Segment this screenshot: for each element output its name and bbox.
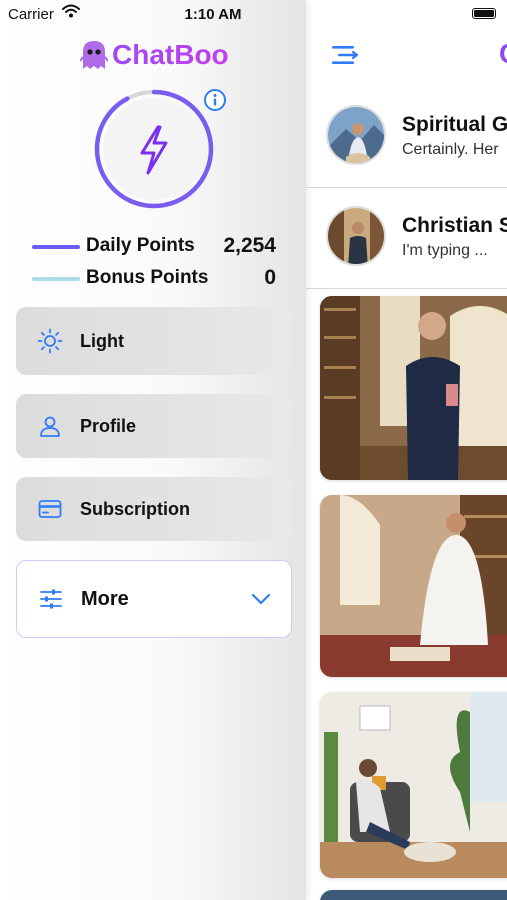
side-drawer: Carrier 1:10 AM ChatBoo Daily Points 2,2… bbox=[0, 0, 306, 900]
ghost-icon bbox=[80, 41, 108, 69]
chat-row[interactable]: Spiritual G Certainly. Her bbox=[306, 87, 507, 188]
chevron-down-icon bbox=[251, 593, 271, 605]
subscription-label: Subscription bbox=[80, 498, 191, 519]
daily-points-legend bbox=[32, 245, 80, 249]
person-icon bbox=[36, 412, 64, 440]
daily-points-label: Daily Points bbox=[86, 235, 195, 256]
more-dropdown-button[interactable]: More bbox=[16, 560, 292, 638]
persona-card-image bbox=[320, 692, 507, 878]
app-logo: ChatBoo bbox=[80, 38, 229, 72]
sliders-icon bbox=[37, 585, 65, 613]
persona-card[interactable] bbox=[320, 890, 507, 900]
bonus-points-legend bbox=[32, 277, 80, 281]
chat-title: Spiritual G bbox=[402, 113, 507, 136]
chat-preview: I'm typing ... bbox=[402, 242, 488, 259]
bonus-points-value: 0 bbox=[264, 266, 276, 289]
chat-title: Christian S bbox=[402, 214, 507, 237]
more-label: More bbox=[81, 587, 129, 610]
light-mode-label: Light bbox=[80, 330, 124, 351]
card-icon bbox=[36, 495, 64, 523]
battery-icon bbox=[472, 8, 496, 19]
persona-card[interactable] bbox=[320, 296, 507, 480]
chat-avatar bbox=[326, 105, 386, 165]
info-icon[interactable] bbox=[203, 88, 227, 112]
chat-avatar bbox=[326, 206, 386, 266]
bonus-points-label: Bonus Points bbox=[86, 267, 209, 288]
menu-icon[interactable] bbox=[332, 44, 358, 66]
persona-card-image bbox=[320, 296, 507, 480]
daily-points-row: Daily Points 2,254 bbox=[30, 232, 280, 260]
light-mode-button[interactable]: Light bbox=[16, 307, 292, 375]
subscription-button[interactable]: Subscription bbox=[16, 477, 292, 541]
persona-card[interactable] bbox=[320, 495, 507, 677]
profile-label: Profile bbox=[80, 415, 137, 436]
sun-icon bbox=[36, 327, 64, 355]
main-panel: C Spiritual G Certainly. Her Christi bbox=[306, 0, 507, 900]
bonus-points-row: Bonus Points 0 bbox=[30, 264, 280, 292]
profile-button[interactable]: Profile bbox=[16, 394, 292, 458]
app-title: ChatBoo bbox=[112, 39, 229, 70]
energy-ring bbox=[94, 89, 214, 209]
chat-row[interactable]: Christian S I'm typing ... bbox=[306, 188, 507, 289]
brand-title-partial: C bbox=[499, 38, 507, 70]
daily-points-value: 2,254 bbox=[223, 234, 276, 257]
persona-card-image bbox=[320, 495, 507, 677]
status-time: 1:10 AM bbox=[184, 6, 242, 23]
persona-card[interactable] bbox=[320, 692, 507, 878]
chat-preview: Certainly. Her bbox=[402, 141, 499, 158]
